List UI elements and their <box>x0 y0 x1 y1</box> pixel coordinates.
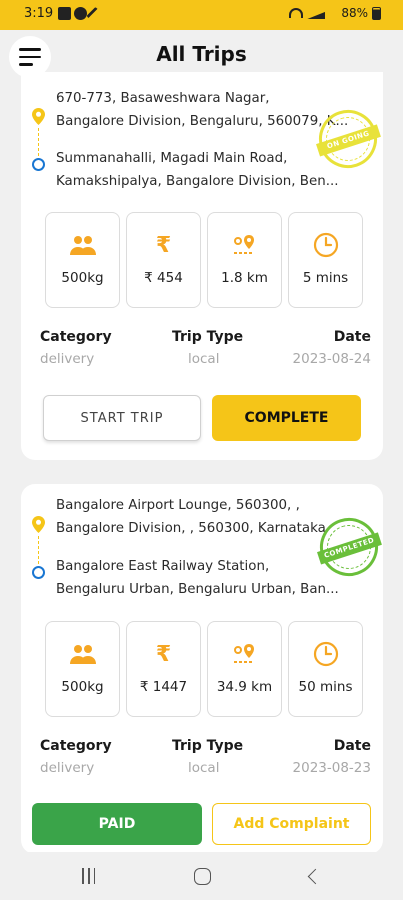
wrench-icon <box>86 6 100 21</box>
stat-weight: 500kg <box>45 621 120 717</box>
trip-type-value: local <box>188 760 220 776</box>
pickup-address: 670-773, Basaweshwara Nagar, Bangalore D… <box>56 91 349 129</box>
whatsapp-icon <box>74 7 87 20</box>
distance-value: 1.8 km <box>221 270 268 286</box>
wifi-icon <box>289 8 304 18</box>
status-time: 3:19 <box>24 6 54 21</box>
rupee-icon: ₹ <box>155 232 172 258</box>
date-value: 2023-08-23 <box>292 760 371 776</box>
rupee-icon: ₹ <box>155 641 172 667</box>
paid-button[interactable]: PAID <box>32 803 202 845</box>
fare-value: ₹ 1447 <box>139 679 188 695</box>
stat-duration: 50 mins <box>288 621 363 717</box>
trip-type-label: Trip Type <box>172 738 244 754</box>
route-pin-icon <box>233 644 254 663</box>
destination-icon <box>32 566 45 579</box>
route-line <box>38 128 39 156</box>
trip-card[interactable]: 670-773, Basaweshwara Nagar, Bangalore D… <box>21 72 385 460</box>
duration-value: 50 mins <box>298 679 353 695</box>
route-line <box>38 536 39 564</box>
start-trip-button[interactable]: START TRIP <box>43 395 201 441</box>
app-header: All Trips <box>0 30 403 78</box>
stat-fare: ₹ ₹ 454 <box>126 212 201 308</box>
date-label: Date <box>333 738 371 754</box>
status-bar: 3:19 88% <box>0 0 403 30</box>
stat-distance: 34.9 km <box>207 621 282 717</box>
stat-distance: 1.8 km <box>207 212 282 308</box>
signal-icon <box>307 7 338 19</box>
notification-icons <box>58 6 100 21</box>
stat-weight: 500kg <box>45 212 120 308</box>
route-pin-icon <box>233 235 254 254</box>
trip-card[interactable]: Bangalore Airport Lounge, 560300, , Bang… <box>21 484 386 854</box>
stat-duration: 5 mins <box>288 212 363 308</box>
people-icon <box>69 236 96 255</box>
system-nav-bar <box>0 852 403 900</box>
trip-stats: 500kg ₹ ₹ 454 1.8 km 5 mins <box>45 212 363 308</box>
back-icon[interactable] <box>307 868 324 885</box>
battery-icon <box>372 6 381 20</box>
category-label: Category <box>40 329 112 345</box>
battery-percent: 88% <box>341 6 368 20</box>
trip-meta: Category delivery Trip Type local Date 2… <box>40 329 371 369</box>
complete-button[interactable]: COMPLETE <box>212 395 361 441</box>
category-value: delivery <box>40 760 95 776</box>
trip-meta: Category delivery Trip Type local Date 2… <box>40 738 371 778</box>
drop-address: Bangalore East Railway Station, Bengalur… <box>56 559 339 597</box>
page-title: All Trips <box>156 42 247 66</box>
destination-icon <box>32 158 45 171</box>
recent-apps-icon[interactable] <box>82 868 96 884</box>
duration-value: 5 mins <box>302 270 349 286</box>
drop-address: Summanahalli, Magadi Main Road, Kamakshi… <box>56 151 339 189</box>
date-value: 2023-08-24 <box>292 351 371 367</box>
people-icon <box>69 645 96 664</box>
message-icon <box>58 7 71 20</box>
system-indicators: 88% <box>289 6 381 20</box>
clock-icon <box>313 232 338 258</box>
trip-type-value: local <box>188 351 220 367</box>
weight-value: 500kg <box>61 270 104 286</box>
clock-icon <box>313 641 338 667</box>
pickup-pin-icon <box>32 108 45 125</box>
date-label: Date <box>333 329 371 345</box>
trip-type-label: Trip Type <box>172 329 244 345</box>
home-icon[interactable] <box>194 868 211 885</box>
add-complaint-button[interactable]: Add Complaint <box>212 803 371 845</box>
distance-value: 34.9 km <box>216 679 273 695</box>
pickup-address: Bangalore Airport Lounge, 560300, , Bang… <box>56 498 326 536</box>
category-value: delivery <box>40 351 95 367</box>
fare-value: ₹ 454 <box>144 270 183 286</box>
trip-stats: 500kg ₹ ₹ 1447 34.9 km 50 mins <box>45 621 363 717</box>
weight-value: 500kg <box>61 679 104 695</box>
stat-fare: ₹ ₹ 1447 <box>126 621 201 717</box>
pickup-pin-icon <box>32 516 45 533</box>
category-label: Category <box>40 738 112 754</box>
